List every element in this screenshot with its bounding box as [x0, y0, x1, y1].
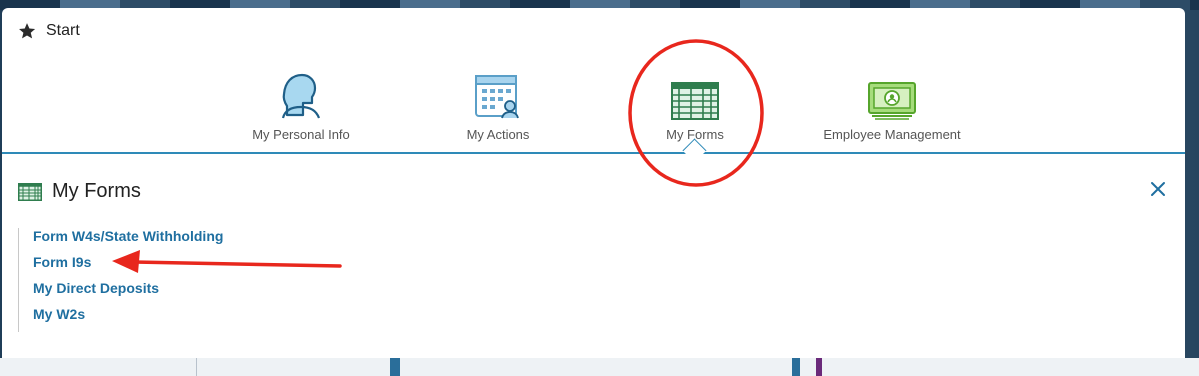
tile-my-forms[interactable]: My Forms	[605, 70, 785, 142]
link-form-i9s[interactable]: Form I9s	[33, 254, 223, 280]
link-my-w2s[interactable]: My W2s	[33, 306, 223, 332]
money-bill-icon	[868, 82, 916, 120]
tile-employee-management[interactable]: Employee Management	[802, 70, 982, 142]
tile-label: My Personal Info	[252, 127, 350, 142]
forms-grid-icon	[671, 82, 719, 120]
panel-divider	[2, 152, 1185, 154]
start-panel: Start My Personal Info My Actions My For…	[2, 8, 1185, 153]
tile-label: Employee Management	[823, 127, 961, 142]
my-forms-panel: My Forms Form W4s/State Withholding Form…	[2, 154, 1185, 358]
close-icon[interactable]	[1149, 180, 1167, 198]
start-title: Start	[46, 22, 80, 39]
start-header: Start	[18, 22, 80, 40]
calendar-actions-icon	[475, 75, 519, 119]
link-my-direct-deposits[interactable]: My Direct Deposits	[33, 280, 223, 306]
tile-my-personal-info[interactable]: My Personal Info	[211, 70, 391, 142]
link-form-w4s-state-withholding[interactable]: Form W4s/State Withholding	[33, 228, 223, 254]
forms-grid-icon	[18, 182, 42, 201]
background-dashboard-bottom	[0, 358, 1199, 376]
tile-label: My Actions	[466, 127, 530, 142]
forms-panel-title: My Forms	[52, 180, 141, 202]
person-icon	[281, 73, 321, 119]
forms-panel-header: My Forms	[18, 180, 141, 203]
tile-my-actions[interactable]: My Actions	[408, 70, 588, 142]
forms-link-list: Form W4s/State Withholding Form I9s My D…	[18, 228, 223, 332]
star-icon	[19, 23, 36, 39]
